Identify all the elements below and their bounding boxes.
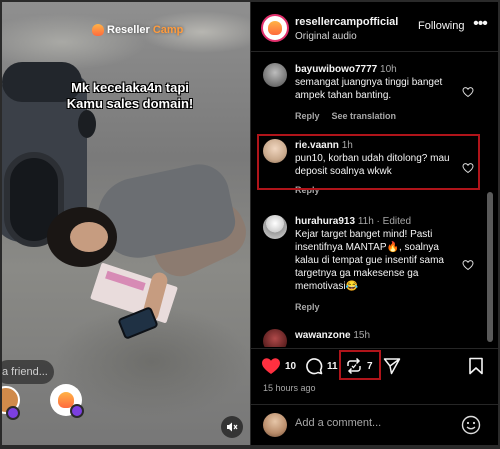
comment-time: 11h [357,216,374,227]
comment-like-button[interactable] [462,258,474,271]
save-button[interactable] [468,357,484,375]
heart-outline-icon [462,87,474,98]
comment-username[interactable]: hurahura913 [295,216,355,227]
brand-watermark: Reseller Camp [92,24,183,36]
comment-body: hurahura913 11h · Edited Kejar target ba… [295,215,461,293]
friend-badge-icon [6,406,20,420]
comment-username[interactable]: bayuwibowo7777 [295,64,377,75]
post-timestamp: 15 hours ago [263,383,316,393]
comment-username[interactable]: wawanzone [295,330,351,341]
account-username[interactable]: resellercampofficial [295,16,398,28]
brand-name: Reseller [107,24,150,36]
reel-video[interactable]: Reseller Camp Mk kecelaka4n tapi Kamu sal… [2,2,250,445]
highlighted-comment-outline [257,134,480,190]
paper-plane-icon [383,358,401,375]
reel-viewer: Reseller Camp Mk kecelaka4n tapi Kamu sal… [0,0,500,449]
heart-filled-icon [262,358,280,374]
emoji-icon [461,415,481,435]
mute-icon [227,422,238,432]
bookmark-icon [469,357,483,375]
post-header: resellercampofficial Original audio Foll… [251,2,498,52]
comment-body: wawanzone 15h [295,329,461,342]
share-to-friend-input[interactable]: a friend... [2,360,54,384]
comment-body: bayuwibowo7777 10h semangat juangnya tin… [295,63,461,102]
comment-actions: Reply [295,302,320,312]
reply-button[interactable]: Reply [295,111,320,121]
brand-badge-icon [70,404,84,418]
more-options-button[interactable]: ••• [472,15,488,37]
comment-composer: Add a comment... [251,404,498,445]
comment-avatar[interactable] [263,215,287,239]
comment-actions: Reply See translation [295,111,396,121]
see-translation-button[interactable]: See translation [332,111,397,121]
comment-text: Kejar target banget mind! Pasti insentif… [295,229,444,292]
highlighted-repost-outline [339,350,381,380]
audio-label[interactable]: Original audio [295,31,357,42]
comment-avatar[interactable] [263,329,287,347]
following-button[interactable]: Following [418,20,464,32]
motorcycle-mirror-graphic [78,110,96,138]
reply-button[interactable]: Reply [295,302,320,312]
brand-accent: Camp [152,24,184,36]
current-user-avatar [263,413,287,437]
video-caption: Mk kecelaka4n tapi Kamu sales domain! [66,80,194,111]
comment-bubble-icon [306,358,323,375]
comment-count: 11 [327,360,338,372]
comment-text: semangat juangnya tinggi banget ampek ta… [295,77,443,101]
comment-like-button[interactable] [462,85,474,98]
heart-outline-icon [462,260,474,271]
add-comment-input[interactable]: Add a comment... [295,417,381,429]
like-button[interactable]: 10 [261,357,296,375]
brand-logo-icon [92,24,104,36]
share-button[interactable] [383,357,401,375]
comment-time: 15h [353,330,371,341]
person-face-graphic [70,222,108,252]
comment-edited-label: · Edited [376,216,412,227]
like-count: 10 [285,360,297,372]
comment-time: 10h [380,64,397,75]
mute-button[interactable] [221,416,243,438]
comment-avatar[interactable] [263,63,287,87]
comment-list[interactable]: bayuwibowo7777 10h semangat juangnya tin… [251,53,498,347]
account-avatar[interactable] [261,14,289,42]
comment-button[interactable]: 11 [305,357,338,375]
emoji-button[interactable] [461,415,481,435]
account-logo-icon [268,21,282,35]
comments-scrollbar[interactable] [487,192,493,342]
